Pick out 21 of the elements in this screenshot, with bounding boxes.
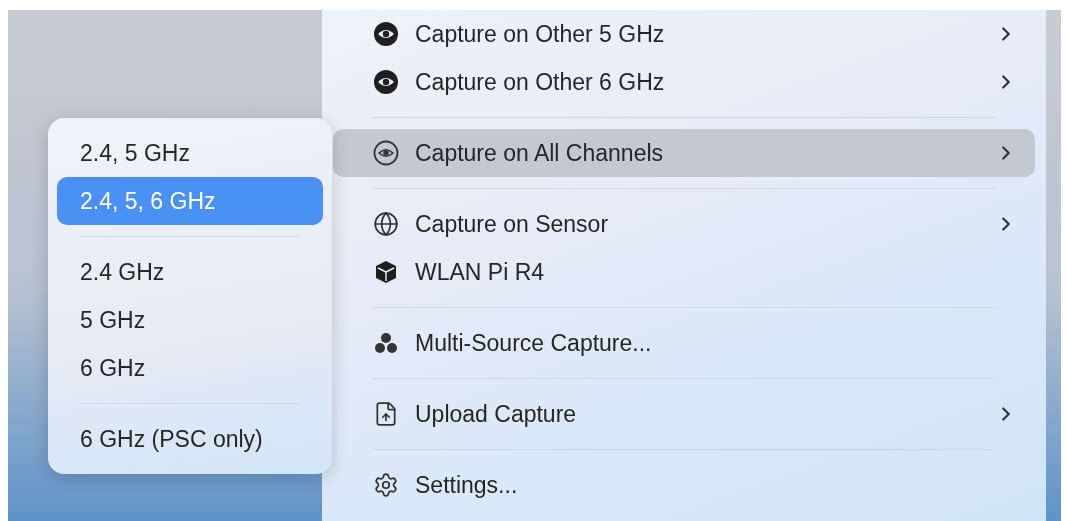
file-upload-icon (373, 401, 399, 427)
menu-item[interactable]: Upload Capture (333, 390, 1035, 438)
submenu-item[interactable]: 2.4 GHz (57, 248, 323, 296)
eye-icon (373, 69, 399, 95)
menu-item[interactable]: Capture on Other 6 GHz (333, 58, 1035, 106)
submenu-item[interactable]: 5 GHz (57, 296, 323, 344)
eye-icon (373, 21, 399, 47)
settings-icon (373, 472, 399, 498)
submenu-item[interactable]: 2.4, 5 GHz (57, 129, 323, 177)
menu-item[interactable]: Settings... (333, 461, 1035, 509)
submenu-item[interactable]: 6 GHz (PSC only) (57, 415, 323, 463)
menu-item[interactable]: Multi-Source Capture... (333, 319, 1035, 367)
eye-icon (373, 140, 399, 166)
cube-icon (373, 259, 399, 285)
menu-item[interactable]: WLAN Pi R4 (333, 248, 1035, 296)
menu-item[interactable]: Capture on Sensor (333, 200, 1035, 248)
globe-icon (373, 211, 399, 237)
nodes-icon (373, 330, 399, 356)
menu-item[interactable]: Capture on Other 5 GHz (333, 10, 1035, 58)
menu-item[interactable]: Capture on All Channels (333, 129, 1035, 177)
submenu-item[interactable]: 6 GHz (57, 344, 323, 392)
